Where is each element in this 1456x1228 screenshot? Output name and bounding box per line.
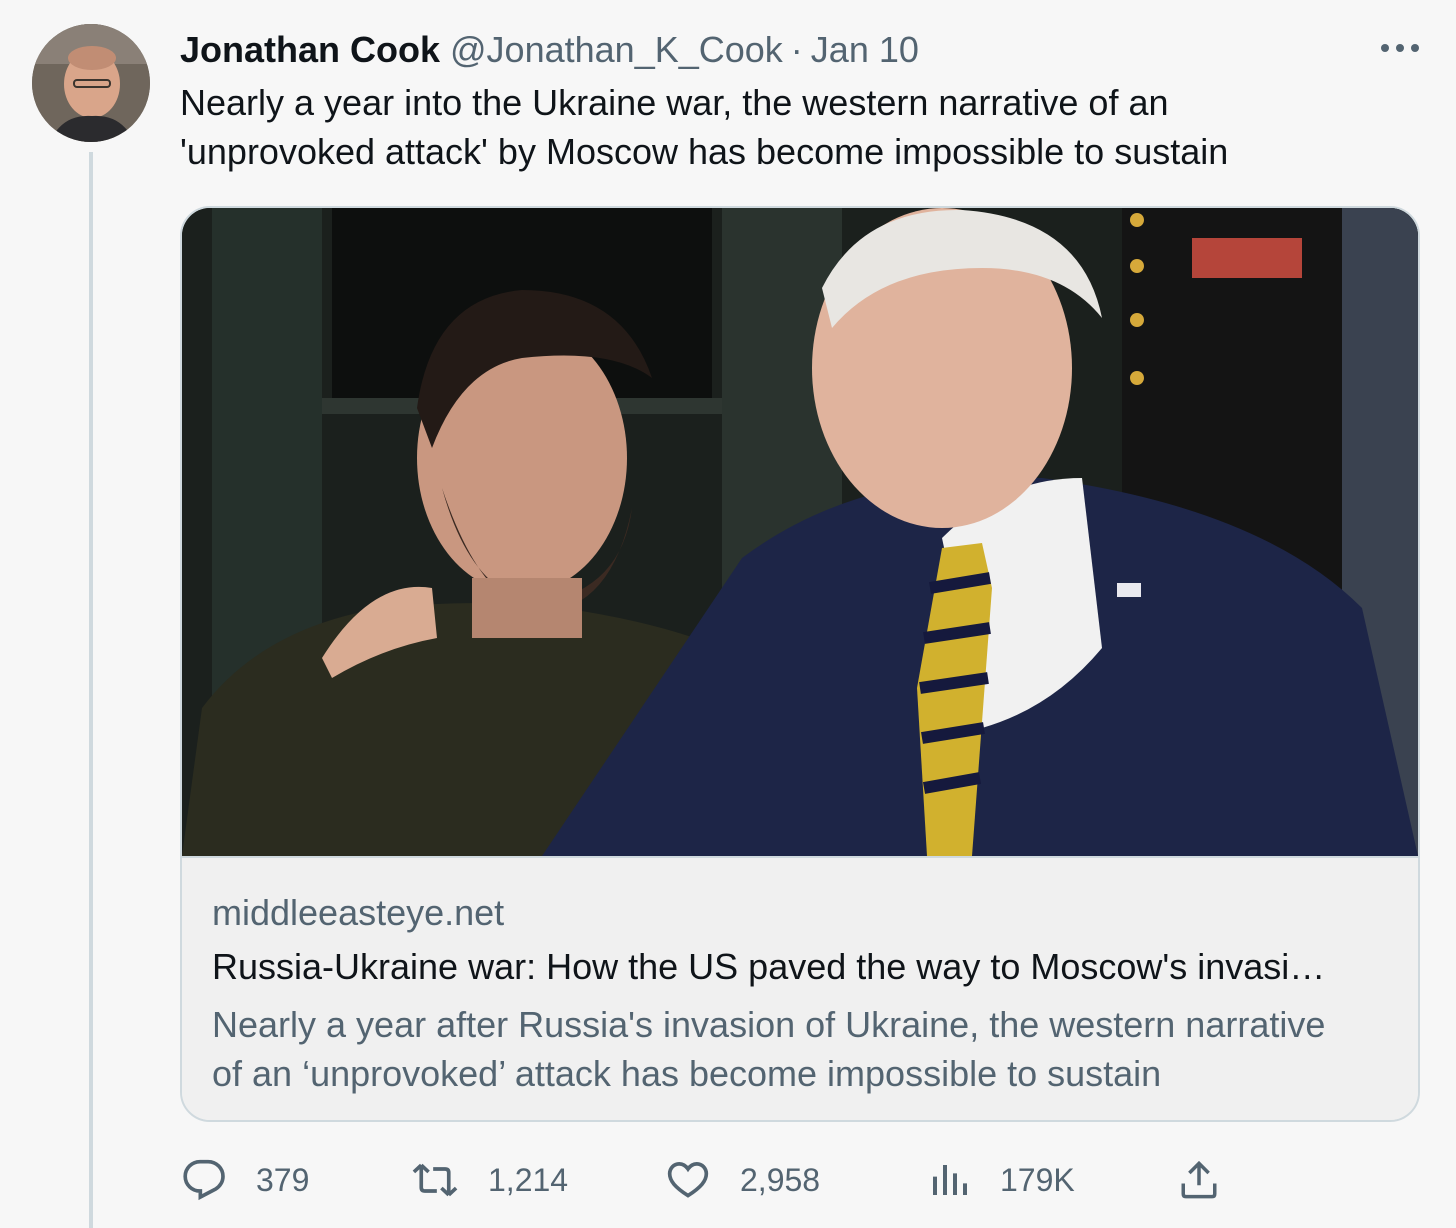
like-count: 2,958 xyxy=(740,1161,821,1198)
views-icon xyxy=(930,1160,970,1200)
tweet-header: Jonathan Cook @Jonathan_K_Cook · Jan 10 xyxy=(180,28,919,72)
author-name[interactable]: Jonathan Cook xyxy=(180,29,440,71)
tweet-text-line: Nearly a year into the Ukraine war, the … xyxy=(180,82,1169,123)
author-handle[interactable]: @Jonathan_K_Cook xyxy=(450,29,783,71)
like-button[interactable]: 2,958 xyxy=(666,1150,820,1210)
card-description-line: of an ‘unprovoked’ attack has become imp… xyxy=(212,1053,1162,1094)
link-card[interactable]: middleeasteye.net Russia-Ukraine war: Ho… xyxy=(180,206,1420,1122)
thread-line xyxy=(89,152,93,1228)
reply-icon xyxy=(182,1158,226,1202)
card-title: Russia-Ukraine war: How the US paved the… xyxy=(212,946,1326,987)
card-description: Nearly a year after Russia's invasion of… xyxy=(212,1000,1392,1098)
reply-button[interactable]: 379 xyxy=(182,1150,309,1210)
views-count: 179K xyxy=(1000,1161,1075,1198)
avatar-photo xyxy=(32,24,150,142)
card-body[interactable]: middleeasteye.net Russia-Ukraine war: Ho… xyxy=(182,856,1418,1120)
retweet-count: 1,214 xyxy=(488,1161,569,1198)
tweet[interactable]: Jonathan Cook @Jonathan_K_Cook · Jan 10 … xyxy=(0,0,1456,1228)
views-button[interactable]: 179K xyxy=(930,1150,1075,1210)
avatar[interactable] xyxy=(32,24,150,142)
share-icon xyxy=(1178,1159,1220,1201)
retweet-button[interactable]: 1,214 xyxy=(412,1150,568,1210)
card-description-line: Nearly a year after Russia's invasion of… xyxy=(212,1004,1326,1045)
heart-icon xyxy=(666,1158,710,1202)
reply-count: 379 xyxy=(256,1161,310,1198)
more-icon[interactable] xyxy=(1378,30,1422,66)
card-image[interactable] xyxy=(182,208,1418,856)
share-button[interactable] xyxy=(1178,1150,1220,1210)
retweet-icon xyxy=(412,1158,458,1202)
card-domain: middleeasteye.net xyxy=(212,892,505,933)
tweet-actions: 379 1,214 2,958 179K xyxy=(0,1150,1456,1210)
separator: · xyxy=(790,29,803,70)
tweet-text-line: 'unprovoked attack' by Moscow has become… xyxy=(180,131,1229,172)
tweet-date[interactable]: Jan 10 xyxy=(811,29,919,71)
tweet-text: Nearly a year into the Ukraine war, the … xyxy=(180,78,1400,176)
